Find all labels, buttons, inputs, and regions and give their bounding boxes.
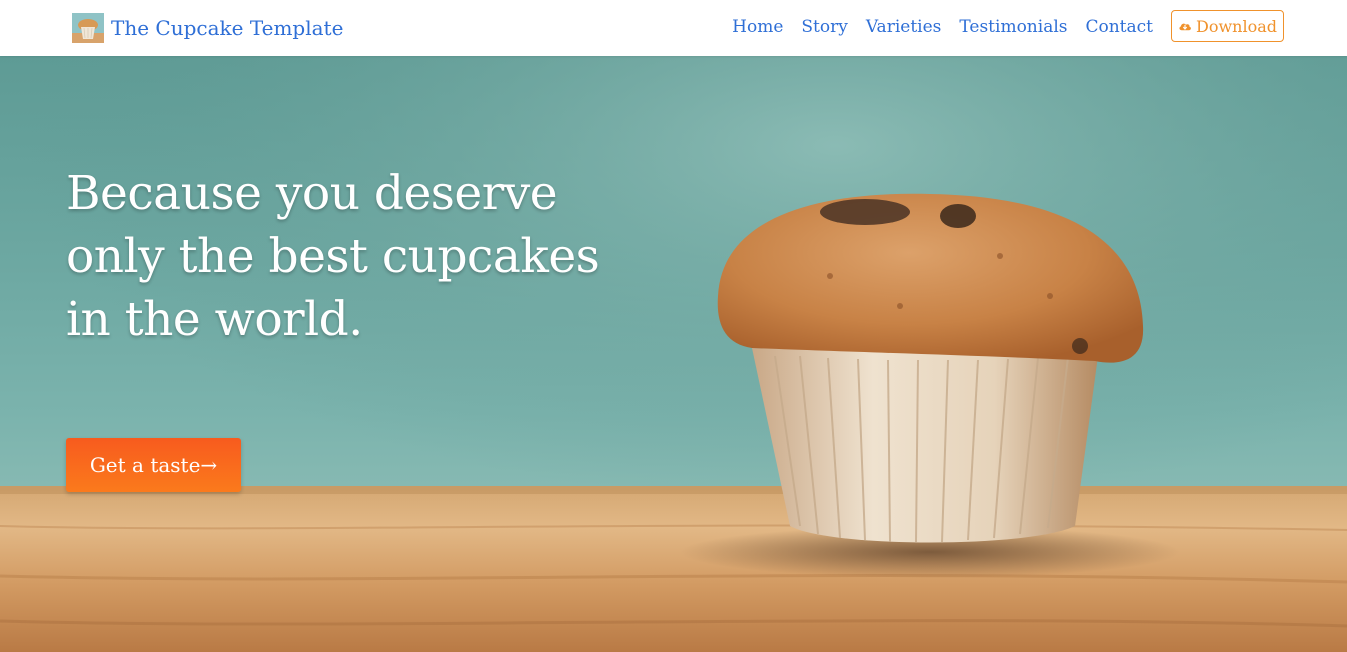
download-button[interactable]: Download <box>1171 10 1284 42</box>
brand-name: The Cupcake Template <box>111 16 344 40</box>
get-a-taste-button[interactable]: Get a taste→ <box>66 438 241 492</box>
nav-links: Home Story Varieties Testimonials Contac… <box>714 16 1153 38</box>
nav-link-varieties[interactable]: Varieties <box>866 16 942 38</box>
top-navbar: The Cupcake Template Home Story Varietie… <box>0 0 1347 56</box>
hero-section: Because you deserve only the best cupcak… <box>0 56 1347 652</box>
hero-headline: Because you deserve only the best cupcak… <box>66 166 600 347</box>
nav-link-testimonials[interactable]: Testimonials <box>959 16 1067 38</box>
nav-link-home[interactable]: Home <box>732 16 783 38</box>
nav-link-story[interactable]: Story <box>801 16 847 38</box>
nav-link-contact[interactable]: Contact <box>1085 16 1153 38</box>
brand-link[interactable]: The Cupcake Template <box>72 12 343 44</box>
muffin-photo <box>0 56 1347 652</box>
cloud-download-icon <box>1179 23 1191 31</box>
download-label: Download <box>1196 16 1277 36</box>
cupcake-logo-icon <box>72 13 104 43</box>
